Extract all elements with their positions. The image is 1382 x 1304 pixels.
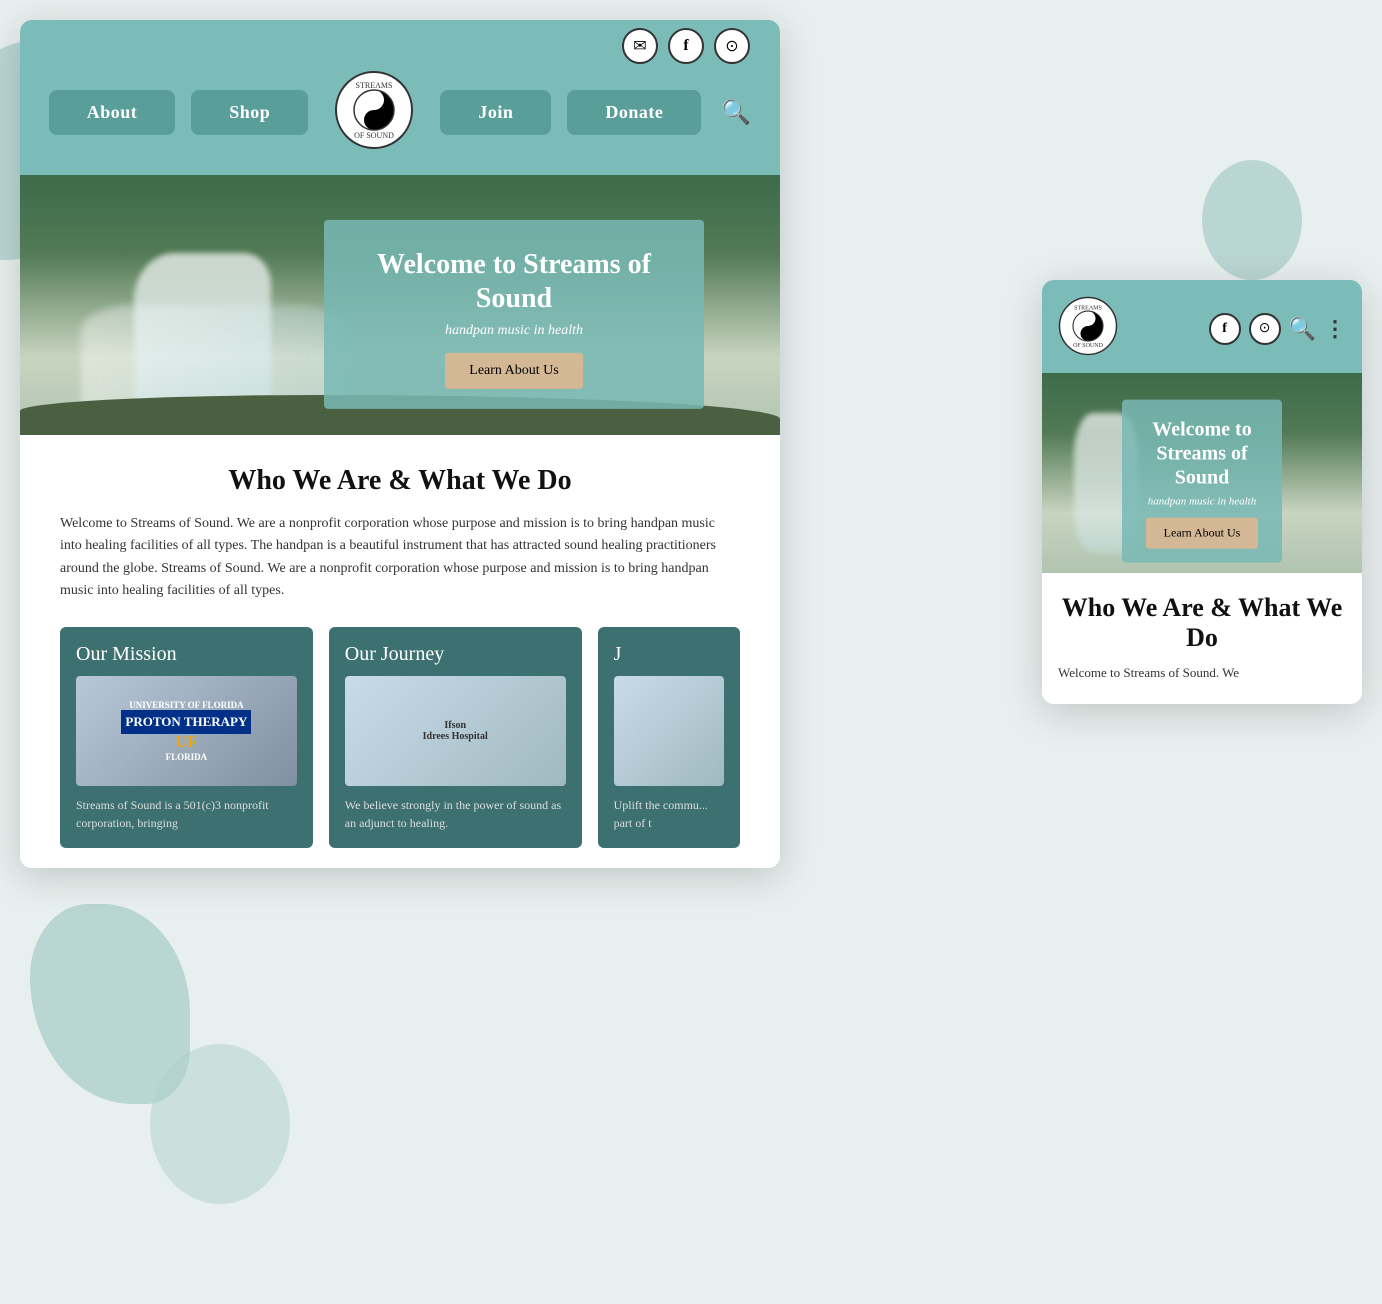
shop-nav-button[interactable]: Shop [191,90,308,135]
hero-card: Welcome to Streams of Sound handpan musi… [324,220,704,409]
journey-card-image: Ifson Idrees Hospital [345,676,566,786]
mobile-menu-dots-icon[interactable]: ⋮ [1324,316,1346,342]
journey-hospital-image: Ifson Idrees Hospital [345,676,566,786]
desktop-navbar: ✉ f ⊙ About Shop STREAMS OF SOUND [20,20,780,175]
bg-blob-5 [1202,160,1302,280]
mobile-who-we-are-title: Who We Are & What We Do [1058,593,1346,653]
desktop-content-section: Who We Are & What We Do Welcome to Strea… [20,435,780,868]
third-card-title: J [614,643,724,666]
mission-card-text: Streams of Sound is a 501(c)3 nonprofit … [76,796,297,832]
mission-card-image: UNIVERSITY OF FLORIDA PROTON THERAPY UF … [76,676,297,786]
svg-text:STREAMS: STREAMS [356,81,393,90]
third-card-image [614,676,724,786]
third-card-text: Uplift the commu... part of t [614,796,724,832]
mobile-hero: Welcome to Streams of Sound handpan musi… [1042,373,1362,573]
donate-nav-button[interactable]: Donate [567,90,701,135]
mobile-facebook-icon[interactable]: f [1209,313,1241,345]
svg-text:OF SOUND: OF SOUND [1073,343,1104,349]
mobile-search-icon[interactable]: 🔍 [1289,316,1316,342]
uf-building-image: UNIVERSITY OF FLORIDA PROTON THERAPY UF … [76,676,297,786]
mobile-window: STREAMS OF SOUND f ⊙ 🔍 ⋮ Welcome to Stre… [1042,280,1362,704]
journey-card-text: We believe strongly in the power of soun… [345,796,566,832]
bg-blob-3 [150,1044,290,1204]
nav-links-row: About Shop STREAMS OF SOUND Join Donate [50,30,750,165]
mobile-site-logo[interactable]: STREAMS OF SOUND [1058,296,1118,361]
who-we-are-text: Welcome to Streams of Sound. We are a no… [60,513,740,603]
mobile-hero-title: Welcome to Streams of Sound [1142,418,1262,490]
mobile-header: STREAMS OF SOUND f ⊙ 🔍 ⋮ [1042,280,1362,373]
learn-about-us-button[interactable]: Learn About Us [445,353,582,389]
mobile-content-section: Who We Are & What We Do Welcome to Strea… [1042,573,1362,704]
svg-text:OF SOUND: OF SOUND [354,131,394,140]
join-nav-button[interactable]: Join [440,90,551,135]
hero-title: Welcome to Streams of Sound [359,248,669,315]
mobile-nav-icons: f ⊙ 🔍 ⋮ [1209,313,1346,345]
search-icon[interactable]: 🔍 [721,98,751,127]
about-nav-button[interactable]: About [49,90,176,135]
journey-card-title: Our Journey [345,643,566,666]
desktop-hero: Welcome to Streams of Sound handpan musi… [20,175,780,435]
who-we-are-title: Who We Are & What We Do [60,465,740,497]
third-card-img-bg [614,676,724,786]
mobile-compass-icon[interactable]: ⊙ [1249,313,1281,345]
our-mission-card: Our Mission UNIVERSITY OF FLORIDA PROTON… [60,627,313,848]
our-journey-card: Our Journey Ifson Idrees Hospital We bel… [329,627,582,848]
mission-cards-row: Our Mission UNIVERSITY OF FLORIDA PROTON… [60,627,740,848]
hero-subtitle: handpan music in health [359,323,669,339]
mobile-hero-subtitle: handpan music in health [1142,496,1262,508]
desktop-window: ✉ f ⊙ About Shop STREAMS OF SOUND [20,20,780,868]
mobile-who-we-are-text: Welcome to Streams of Sound. We [1058,663,1346,684]
site-logo[interactable]: STREAMS OF SOUND [334,70,414,155]
mission-card-title: Our Mission [76,643,297,666]
mobile-learn-about-us-button[interactable]: Learn About Us [1146,518,1259,549]
third-card: J Uplift the commu... part of t [598,627,740,848]
mobile-hero-card: Welcome to Streams of Sound handpan musi… [1122,400,1282,563]
